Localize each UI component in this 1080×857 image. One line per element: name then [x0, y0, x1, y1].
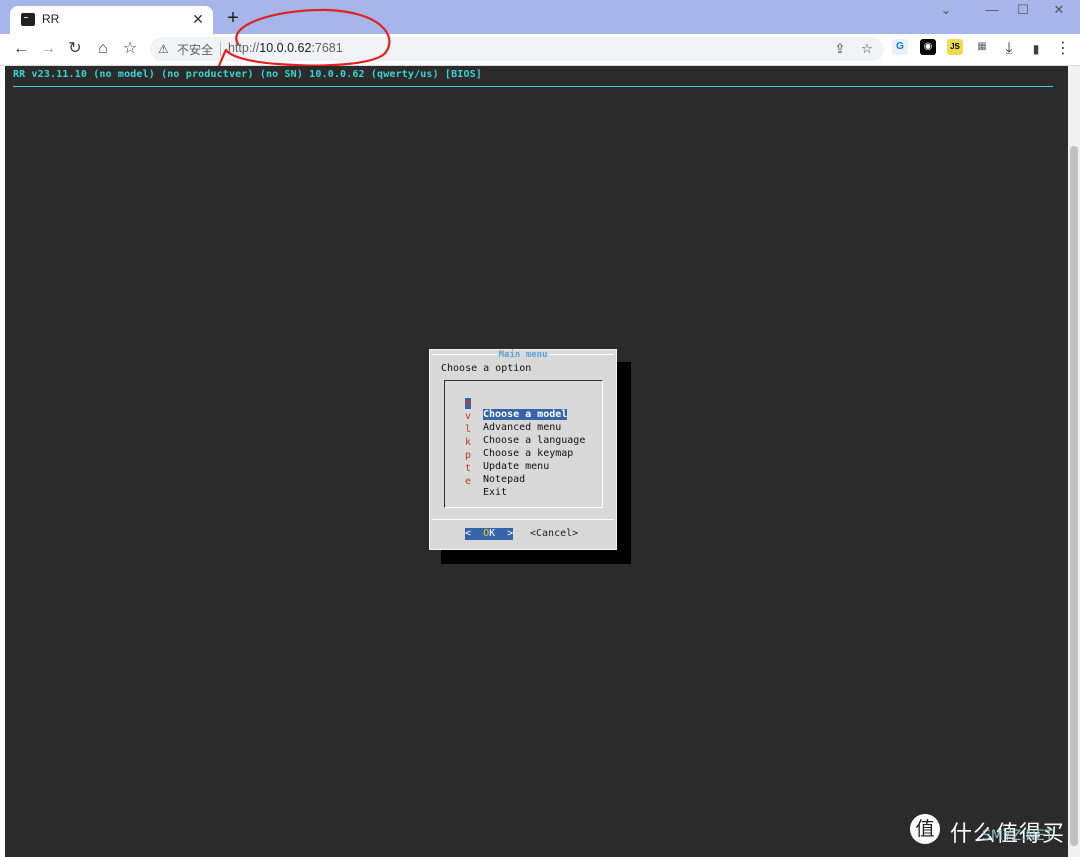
maximize-button[interactable]: ☐ — [1008, 2, 1038, 18]
menu-item-choose-model[interactable]: m Choose a model — [445, 387, 595, 420]
menu-item-label: Exit — [483, 487, 508, 498]
menu-item-advanced-menu[interactable]: v Advanced menu — [445, 400, 595, 433]
side-panel-icon[interactable]: ▮ — [1025, 38, 1047, 60]
menu-item-update-menu[interactable]: p Update menu — [445, 439, 595, 472]
header-rule — [13, 86, 1053, 87]
browser-tab[interactable]: RR ✕ — [10, 6, 213, 34]
new-tab-button[interactable]: + — [222, 7, 244, 29]
menu-item-hotkey: e — [465, 476, 472, 487]
tab-title: RR — [42, 12, 60, 26]
url-scheme: http:// — [228, 41, 260, 55]
dialog-title: Main menu — [430, 350, 616, 360]
menu-item-choose-keymap[interactable]: k Choose a keymap — [445, 426, 595, 459]
tab-strip: RR ✕ + ⌄ — ☐ ✕ — [0, 0, 1080, 34]
security-label[interactable]: 不安全 — [177, 41, 213, 58]
page-scrollbar[interactable] — [1068, 66, 1080, 857]
bookmark-star-icon[interactable]: ☆ — [119, 38, 141, 60]
menu-list: m Choose a model v Advanced menu l Choos… — [444, 380, 603, 508]
browser-toolbar: ← → ↻ ⌂ ☆ ⚠ 不安全 http://10.0.0.62:7681 ⇪ … — [0, 34, 1080, 66]
tab-close-icon[interactable]: ✕ — [189, 10, 207, 28]
extensions-puzzle-icon[interactable]: ▦ — [974, 39, 990, 55]
back-icon[interactable]: ← — [10, 38, 32, 60]
forward-icon[interactable]: → — [37, 38, 59, 60]
ok-button[interactable]: < OK > — [465, 528, 513, 540]
ok-button-left: < — [465, 528, 484, 539]
dialog-prompt: Choose a option — [441, 363, 532, 374]
main-menu-dialog: Main menu Choose a option m Choose a mod… — [429, 349, 617, 550]
omnibox-divider — [220, 42, 221, 56]
js-extension-icon[interactable]: JS — [947, 39, 963, 55]
browser-menu-icon[interactable]: ⋮ — [1052, 38, 1074, 60]
terminal-area[interactable]: RR v23.11.10 (no model) (no productver) … — [5, 66, 1068, 856]
home-icon[interactable]: ⌂ — [92, 38, 114, 60]
cancel-button[interactable]: <Cancel> — [530, 528, 578, 540]
url-text[interactable]: http://10.0.0.62:7681 — [228, 41, 343, 55]
translate-extension-icon[interactable]: G — [892, 39, 908, 55]
ok-button-right: K > — [489, 528, 514, 539]
menu-item-exit[interactable]: e Exit — [445, 465, 595, 498]
scrollbar-thumb[interactable] — [1070, 146, 1078, 846]
close-window-button[interactable]: ✕ — [1044, 2, 1074, 18]
terminal-favicon-icon — [21, 13, 35, 26]
reload-icon[interactable]: ↻ — [64, 38, 86, 60]
menu-item-choose-language[interactable]: l Choose a language — [445, 413, 595, 446]
site-watermark: 值 什么值得买 SMYZ.NET — [910, 812, 1075, 847]
download-icon[interactable]: ⤓ — [998, 38, 1020, 60]
terminal-header: RR v23.11.10 (no model) (no productver) … — [13, 69, 482, 80]
not-secure-warning-icon[interactable]: ⚠ — [158, 42, 172, 56]
address-bar[interactable]: ⚠ 不安全 http://10.0.0.62:7681 ⇪ ☆ — [150, 37, 884, 61]
url-host: 10.0.0.62 — [259, 41, 312, 55]
minimize-button[interactable]: — — [977, 2, 1007, 18]
dialog-button-separator — [432, 519, 614, 520]
share-icon[interactable]: ⇪ — [830, 39, 850, 59]
menu-item-notepad[interactable]: t Notepad — [445, 452, 595, 485]
dialog-title-text: Main menu — [496, 350, 550, 360]
ghost-extension-icon[interactable]: ◉ — [920, 39, 936, 55]
watermark-subtext: SMYZ.NET — [982, 828, 1054, 844]
tab-search-icon[interactable]: ⌄ — [931, 2, 961, 18]
watermark-logo-icon: 值 — [910, 814, 940, 844]
bookmark-page-star-icon[interactable]: ☆ — [857, 39, 877, 59]
url-port: :7681 — [311, 41, 343, 55]
